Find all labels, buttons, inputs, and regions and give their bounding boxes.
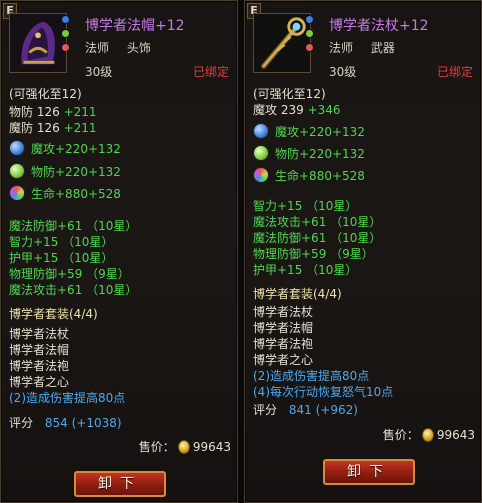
- extra-stat: 魔法防御+61 （10星）: [9, 219, 138, 233]
- enhance-limit: (可强化至12): [9, 87, 82, 101]
- set-item: 博学者法杖: [253, 305, 314, 319]
- set-title: 博学者套装(4/4): [253, 287, 342, 301]
- extra-stat: 智力+15 （10星）: [9, 235, 114, 249]
- item-class: 法师: [85, 41, 110, 55]
- green-gem-icon: [9, 163, 25, 179]
- extra-stat: 护甲+15 （10星）: [9, 251, 114, 265]
- gem-row: 物防+220+132: [253, 144, 365, 162]
- red-gem-dot-icon: [61, 43, 70, 52]
- rainbow-gem-icon: [253, 167, 269, 183]
- base-stat: 物防 126 +211: [9, 105, 97, 120]
- set-item: 博学者法帽: [9, 343, 70, 357]
- item-class-slot: 法师 头饰: [85, 39, 165, 56]
- price-label: 售价：: [138, 440, 175, 454]
- set-bonus: (4)每次行动恢复怒气10点: [253, 385, 394, 399]
- extra-stat: 护甲+15 （10星）: [253, 263, 358, 277]
- gem-row: 生命+880+528: [9, 184, 121, 202]
- item-icon: [9, 13, 67, 73]
- green-gem-icon: [253, 145, 269, 161]
- score-row: 评分 854 (+1038): [9, 416, 122, 431]
- unequip-button[interactable]: 卸下: [323, 459, 415, 485]
- base-stat-bonus: +346: [307, 103, 341, 117]
- bound-status: 已绑定: [192, 65, 229, 79]
- score-label: 评分: [9, 416, 34, 430]
- item-class: 法师: [329, 41, 354, 55]
- set-item: 博学者法帽: [253, 321, 314, 335]
- base-stat-label: 魔攻 239: [253, 103, 304, 117]
- item-slot: 头饰: [126, 41, 151, 55]
- set-item: 博学者法袍: [253, 337, 314, 351]
- base-stat-bonus: +211: [63, 121, 97, 135]
- item-level: 30级: [85, 65, 113, 79]
- item-level: 30级: [329, 65, 357, 79]
- set-item: 博学者法杖: [9, 327, 70, 341]
- set-bonus: (2)造成伤害提高80点: [253, 369, 370, 383]
- sell-price: 售价： 99643: [383, 426, 475, 443]
- gold-coin-icon: [177, 439, 190, 454]
- gem-row: 生命+880+528: [253, 166, 365, 184]
- item-slot: 武器: [370, 41, 395, 55]
- gem-row: 魔攻+220+132: [253, 122, 365, 140]
- gem-stat: 魔攻+220+132: [31, 141, 121, 156]
- gem-stat: 物防+220+132: [275, 146, 365, 161]
- gem-stat: 生命+880+528: [31, 186, 121, 201]
- extra-stat: 物理防御+59 （9星）: [9, 267, 130, 281]
- mage-staff-icon: [254, 14, 310, 72]
- gold-coin-icon: [421, 427, 434, 442]
- price-label: 售价：: [382, 428, 419, 442]
- base-stat: 魔防 126 +211: [9, 121, 97, 136]
- gem-slot-indicators: [61, 15, 71, 57]
- extra-stat: 物理防御+59 （9星）: [253, 247, 374, 261]
- green-gem-dot-icon: [305, 29, 314, 38]
- set-bonus: (2)造成伤害提高80点: [9, 391, 126, 405]
- base-stat-bonus: +211: [63, 105, 97, 119]
- gem-row: 物防+220+132: [9, 162, 121, 180]
- gem-slot-indicators: [305, 15, 315, 57]
- score-row: 评分 841 (+962): [253, 403, 358, 418]
- green-gem-dot-icon: [61, 29, 70, 38]
- item-tooltip-hat: E 博学者法帽+12 法师 头饰 30级 已绑定 (可强化至12) 物防 126…: [0, 0, 238, 503]
- set-title: 博学者套装(4/4): [9, 307, 98, 321]
- item-name: 博学者法杖+12: [329, 18, 429, 34]
- rainbow-gem-icon: [9, 185, 25, 201]
- extra-stat: 魔法攻击+61 （10星）: [9, 283, 138, 297]
- item-icon: [253, 13, 311, 73]
- blue-gem-dot-icon: [305, 15, 314, 24]
- score-bonus: (+1038): [71, 416, 122, 430]
- enhance-limit: (可强化至12): [253, 87, 326, 101]
- bound-status: 已绑定: [436, 65, 473, 79]
- set-item: 博学者法袍: [9, 359, 70, 373]
- base-stat-label: 物防 126: [9, 105, 60, 119]
- extra-stat: 魔法攻击+61 （10星）: [253, 215, 382, 229]
- item-name: 博学者法帽+12: [85, 18, 185, 34]
- base-stat-label: 魔防 126: [9, 121, 60, 135]
- item-tooltip-staff: E 博学者法杖+12 法师 武器 30级 已绑定 (可强化至12) 魔攻 239…: [244, 0, 482, 503]
- blue-gem-dot-icon: [61, 15, 70, 24]
- score-value: 854: [44, 416, 68, 430]
- score-value: 841: [288, 403, 312, 417]
- extra-stat: 智力+15 （10星）: [253, 199, 358, 213]
- mage-hat-icon: [10, 14, 66, 72]
- item-class-slot: 法师 武器: [329, 39, 409, 56]
- score-label: 评分: [253, 403, 278, 417]
- gem-stat: 生命+880+528: [275, 168, 365, 183]
- blue-gem-icon: [253, 123, 269, 139]
- extra-stat: 魔法防御+61 （10星）: [253, 231, 382, 245]
- price-value: 99643: [436, 427, 475, 442]
- price-value: 99643: [192, 439, 231, 454]
- set-item: 博学者之心: [253, 353, 314, 367]
- gem-row: 魔攻+220+132: [9, 139, 121, 157]
- blue-gem-icon: [9, 140, 25, 156]
- red-gem-dot-icon: [305, 43, 314, 52]
- base-stat: 魔攻 239 +346: [253, 103, 341, 118]
- unequip-button[interactable]: 卸下: [74, 471, 166, 497]
- sell-price: 售价： 99643: [139, 438, 231, 455]
- gem-stat: 物防+220+132: [31, 164, 121, 179]
- gem-stat: 魔攻+220+132: [275, 124, 365, 139]
- score-bonus: (+962): [315, 403, 358, 417]
- set-item: 博学者之心: [9, 375, 70, 389]
